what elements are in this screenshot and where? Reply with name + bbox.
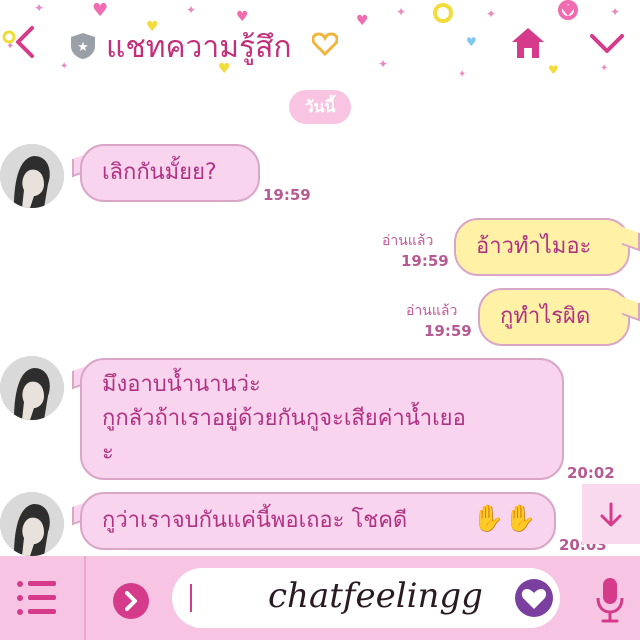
message-time: 20:02 (567, 464, 615, 482)
circle-decoration-icon (433, 3, 453, 23)
menu-button[interactable] (0, 556, 86, 640)
star-decoration-icon: ✦ (610, 5, 621, 19)
heart-decoration-icon: ♥ (466, 35, 477, 49)
heart-emoji-button[interactable] (514, 578, 554, 618)
heart-decoration-icon: ♥ (548, 63, 559, 77)
star-decoration-icon: ✦ (34, 1, 45, 15)
avatar[interactable] (0, 492, 64, 556)
message-text: กูทำไรผิด (500, 304, 591, 329)
heart-decoration-icon: ♥ (356, 13, 369, 29)
scroll-to-bottom-button[interactable] (582, 484, 640, 544)
chevron-down-icon[interactable] (588, 32, 626, 56)
star-decoration-icon: ✦ (60, 61, 69, 72)
chat-header: ♥ ♥ ♥ ♥ ♥ ♥ ♥ ♥ ✦ ✦ ✦ ✦ ✦ ✦ ✦ ✦ ✦ ✦ ★ แช… (0, 0, 640, 82)
star-decoration-icon: ✦ (486, 7, 497, 21)
home-icon[interactable] (510, 26, 546, 60)
avatar-portrait-icon (0, 356, 64, 420)
message-input[interactable]: chatfeelingg (172, 568, 560, 628)
arrow-down-icon (600, 502, 622, 527)
message-text: อ้าวทำไมอะ (476, 234, 592, 259)
read-receipt: อ่านแล้ว (382, 233, 434, 249)
star-decoration-icon: ✦ (458, 69, 467, 80)
circle-decoration-icon (558, 0, 578, 20)
message-text-line: กูกลัวถ้าเราอยู่ด้วยกันกูจะเสียค่าน้ำเยอ (102, 406, 466, 431)
message-bubble-incoming[interactable]: กูว่าเราจบกันแค่นี้พอเถอะ โชคดี ✋✋ (80, 492, 556, 550)
avatar-portrait-icon (0, 144, 64, 208)
shield-star-icon: ★ (71, 33, 95, 59)
message-bubble-outgoing[interactable]: อ้าวทำไมอะ (454, 218, 630, 276)
star-decoration-icon: ✦ (186, 3, 197, 17)
expand-chevron-button[interactable] (112, 582, 150, 620)
message-text: กูว่าเราจบกันแค่นี้พอเถอะ โชคดี (102, 508, 408, 533)
message-text: เลิกกันมั้ยย? (102, 160, 217, 185)
heart-decoration-icon: ♥ (236, 9, 249, 25)
chat-title: แชทความรู้สึก (106, 30, 292, 65)
star-decoration-icon: ✦ (378, 57, 389, 71)
svg-text:★: ★ (77, 40, 89, 55)
waving-hands-icon: ✋✋ (472, 504, 537, 534)
read-receipt: อ่านแล้ว (406, 303, 458, 319)
star-decoration-icon: ✦ (600, 63, 609, 74)
watermark-text: chatfeelingg (268, 576, 483, 616)
heart-decoration-icon: ♥ (92, 0, 109, 21)
message-bubble-incoming[interactable]: มึงอาบน้ำนานว่ะ กูกลัวถ้าเราอยู่ด้วยกันก… (80, 358, 564, 480)
avatar[interactable] (0, 356, 64, 420)
message-time: 19:59 (401, 252, 449, 270)
star-decoration-icon: ✦ (396, 5, 407, 19)
message-bubble-outgoing[interactable]: กูทำไรผิด (478, 288, 630, 346)
avatar[interactable] (0, 144, 64, 208)
back-chevron-icon[interactable] (10, 22, 40, 62)
message-text-line: มึงอาบน้ำนานว่ะ (102, 372, 261, 397)
message-text-line: ะ (102, 440, 114, 465)
message-bubble-incoming[interactable]: เลิกกันมั้ยย? (80, 144, 260, 202)
date-separator: วันนี้ (289, 90, 351, 124)
message-time: 19:59 (424, 322, 472, 340)
avatar-portrait-icon (0, 492, 64, 556)
text-cursor (190, 584, 192, 612)
heart-outline-icon (312, 32, 338, 56)
microphone-icon[interactable] (594, 576, 626, 624)
menu-list-icon (17, 581, 56, 615)
message-time: 19:59 (263, 186, 311, 204)
